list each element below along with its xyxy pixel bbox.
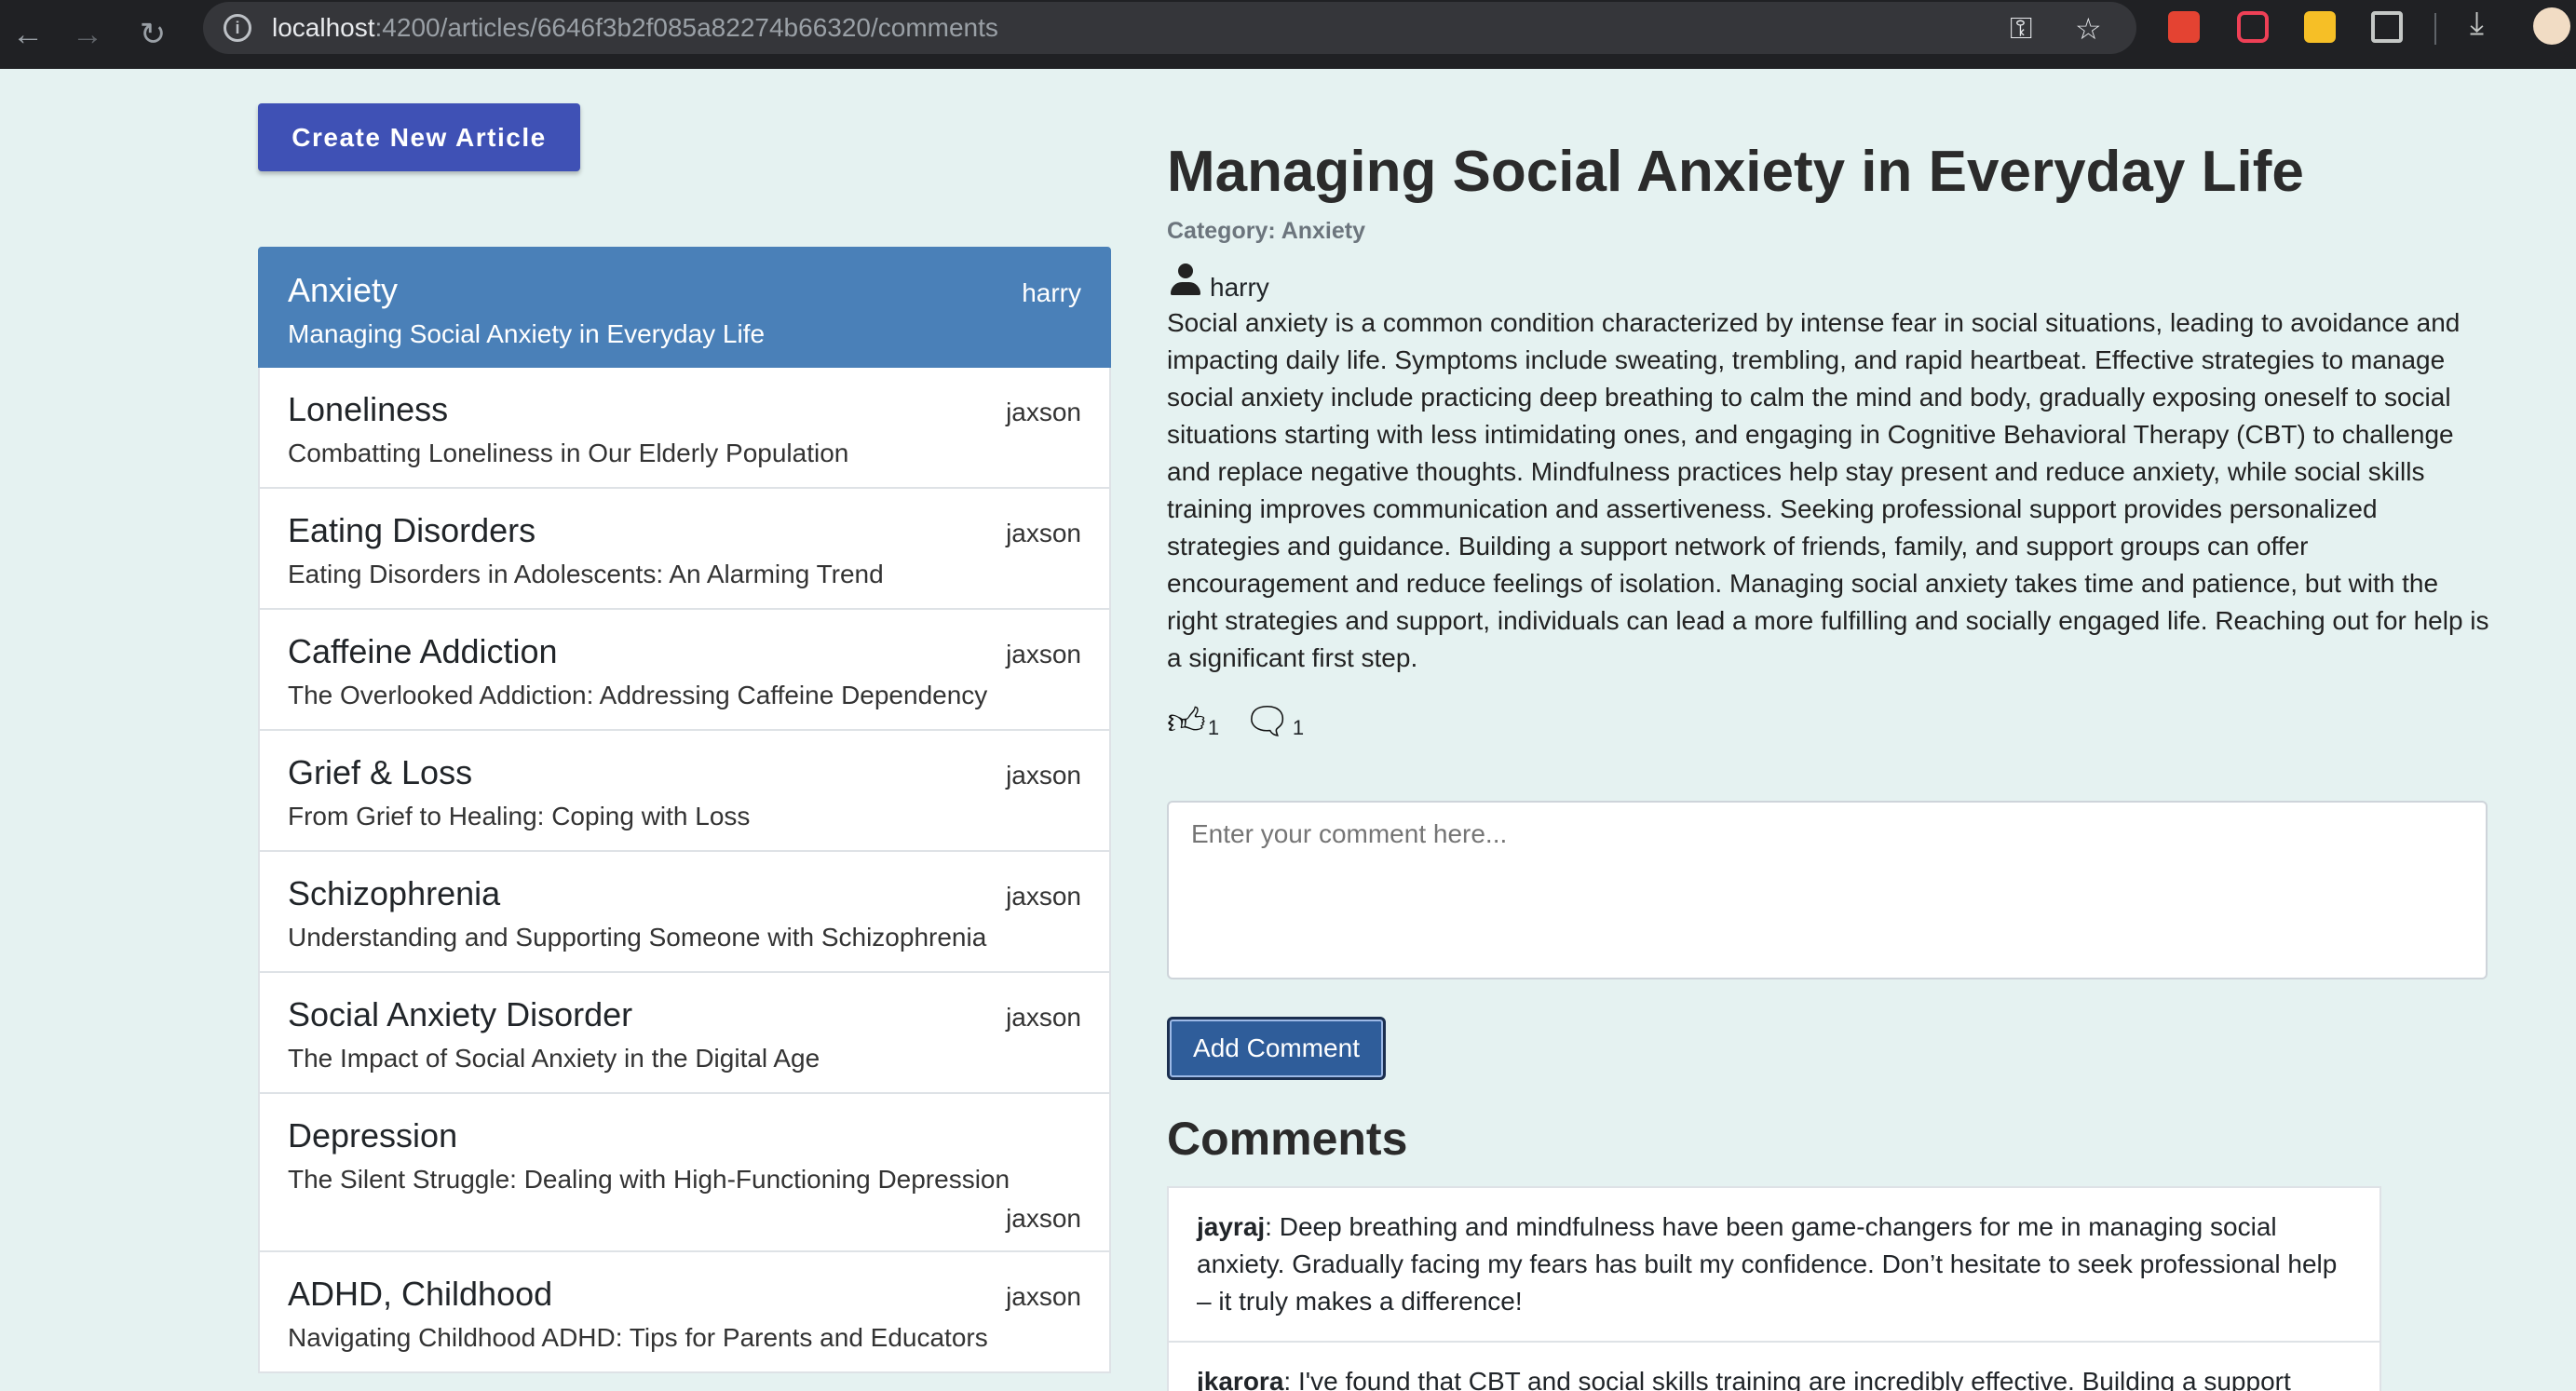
like-button[interactable]: 👍︎ 1 <box>1167 703 1219 740</box>
url-text[interactable]: localhost:4200/articles/6646f3b2f085a822… <box>272 13 998 43</box>
article-author: harry <box>1167 262 2489 303</box>
comments-list: jayraj: Deep breathing and mindfulness h… <box>1167 1186 2381 1391</box>
add-comment-button[interactable]: Add Comment <box>1167 1017 1386 1080</box>
article-author-name: jaxson <box>1006 398 1081 426</box>
comment-username: jkarora <box>1197 1367 1284 1391</box>
url-path: :4200/articles/6646f3b2f085a82274b66320/… <box>374 13 998 42</box>
comment-text: : I've found that CBT and social skills … <box>1283 1367 2291 1391</box>
comment-text: : Deep breathing and mindfulness have be… <box>1197 1212 2338 1316</box>
article-author-name: harry <box>1022 278 1081 307</box>
article-body: Social anxiety is a common condition cha… <box>1167 308 2489 672</box>
extensions-puzzle-icon[interactable] <box>2371 11 2403 43</box>
url-host: localhost <box>272 13 375 42</box>
profile-avatar[interactable] <box>2533 7 2570 45</box>
article-category-title: Loneliness <box>288 390 449 428</box>
password-key-icon[interactable]: ⚿ <box>2010 11 2032 47</box>
site-info-icon[interactable]: i <box>224 14 251 42</box>
toolbar-divider <box>2434 13 2436 45</box>
create-new-article-button[interactable]: Create New Article <box>258 103 580 171</box>
article-category-title: Anxiety <box>288 271 399 309</box>
author-name: harry <box>1210 273 1269 302</box>
comments-toggle-button[interactable]: 🗨︎ 1 <box>1243 703 1304 740</box>
article-author-name: jaxson <box>1006 882 1081 911</box>
forward-arrow-icon[interactable]: → <box>60 0 115 69</box>
download-icon[interactable]: ⤓ <box>2470 6 2501 41</box>
article-author-name: jaxson <box>1006 761 1081 790</box>
person-icon <box>1167 262 1204 303</box>
article-author-name: jaxson <box>1006 1003 1081 1032</box>
article-subtitle: The Silent Struggle: Dealing with High-F… <box>288 1165 1010 1194</box>
comment-count: 1 <box>1292 716 1305 739</box>
article-subtitle: Combatting Loneliness in Our Elderly Pop… <box>288 439 849 467</box>
article-category-title: Caffeine Addiction <box>288 632 558 670</box>
article-subtitle: Navigating Childhood ADHD: Tips for Pare… <box>288 1323 988 1352</box>
address-bar[interactable]: i localhost:4200/articles/6646f3b2f085a8… <box>203 2 2136 54</box>
browser-toolbar: ← → ↻ i localhost:4200/articles/6646f3b2… <box>0 0 2576 69</box>
comment-icon: 🗨︎ <box>1243 701 1291 742</box>
article-list-item[interactable]: ADHD, Childhood Navigating Childhood ADHD… <box>258 1252 1111 1373</box>
comment-item: jayraj: Deep breathing and mindfulness h… <box>1167 1186 2381 1343</box>
article-list-item[interactable]: Anxiety Managing Social Anxiety in Everyd… <box>258 247 1111 368</box>
article-author-name: jaxson <box>1006 1282 1081 1311</box>
article-category-title: Eating Disorders <box>288 511 536 549</box>
article-list-item[interactable]: Social Anxiety Disorder The Impact of Soc… <box>258 973 1111 1094</box>
article-title: Managing Social Anxiety in Everyday Life <box>1167 140 2304 204</box>
article-list-item[interactable]: Grief & Loss From Grief to Healing: Copin… <box>258 731 1111 852</box>
like-count: 1 <box>1207 716 1220 739</box>
comments-heading: Comments <box>1167 1113 1408 1165</box>
pocket-extension-icon[interactable] <box>2237 11 2269 43</box>
article-category-title: Depression <box>288 1116 458 1155</box>
article-list-item[interactable]: Loneliness Combatting Loneliness in Our E… <box>258 368 1111 489</box>
reload-icon[interactable]: ↻ <box>125 0 181 69</box>
article-detail: Managing Social Anxiety in Everyday Life… <box>1167 130 2489 740</box>
article-list-item[interactable]: Eating Disorders Eating Disorders in Adol… <box>258 489 1111 610</box>
thumbs-up-icon: 👍︎ <box>1167 701 1206 742</box>
keep-extension-icon[interactable] <box>2304 11 2336 43</box>
bookmark-star-icon[interactable]: ☆ <box>2075 11 2102 47</box>
article-subtitle: The Overlooked Addiction: Addressing Caf… <box>288 681 988 709</box>
article-subtitle: Managing Social Anxiety in Everyday Life <box>288 319 766 348</box>
comment-username: jayraj <box>1197 1212 1266 1241</box>
article-list-item[interactable]: Caffeine Addiction The Overlooked Addicti… <box>258 610 1111 731</box>
article-subtitle: Eating Disorders in Adolescents: An Alar… <box>288 560 884 588</box>
reactions-bar: 👍︎ 1 🗨︎ 1 <box>1167 697 2489 740</box>
article-list-item[interactable]: Depression The Silent Struggle: Dealing w… <box>258 1094 1111 1252</box>
article-list: Anxiety Managing Social Anxiety in Everyd… <box>258 247 1111 1373</box>
todoist-extension-icon[interactable] <box>2168 11 2200 43</box>
article-author-name: jaxson <box>1006 519 1081 547</box>
article-author-name: jaxson <box>1006 640 1081 668</box>
article-author-name: jaxson <box>1006 1204 1081 1233</box>
article-category-title: Grief & Loss <box>288 753 473 791</box>
comment-input[interactable] <box>1167 801 2488 979</box>
back-arrow-icon[interactable]: ← <box>0 0 56 69</box>
article-category-title: Social Anxiety Disorder <box>288 995 633 1033</box>
comment-item: jkarora: I've found that CBT and social … <box>1167 1343 2381 1391</box>
article-list-item[interactable]: Schizophrenia Understanding and Supportin… <box>258 852 1111 973</box>
article-subtitle: The Impact of Social Anxiety in the Digi… <box>288 1044 820 1073</box>
article-subtitle: From Grief to Healing: Coping with Loss <box>288 802 751 831</box>
article-category: Category: Anxiety <box>1167 218 1366 244</box>
article-category-title: Schizophrenia <box>288 874 501 912</box>
article-subtitle: Understanding and Supporting Someone wit… <box>288 923 987 952</box>
article-category-title: ADHD, Childhood <box>288 1275 553 1313</box>
